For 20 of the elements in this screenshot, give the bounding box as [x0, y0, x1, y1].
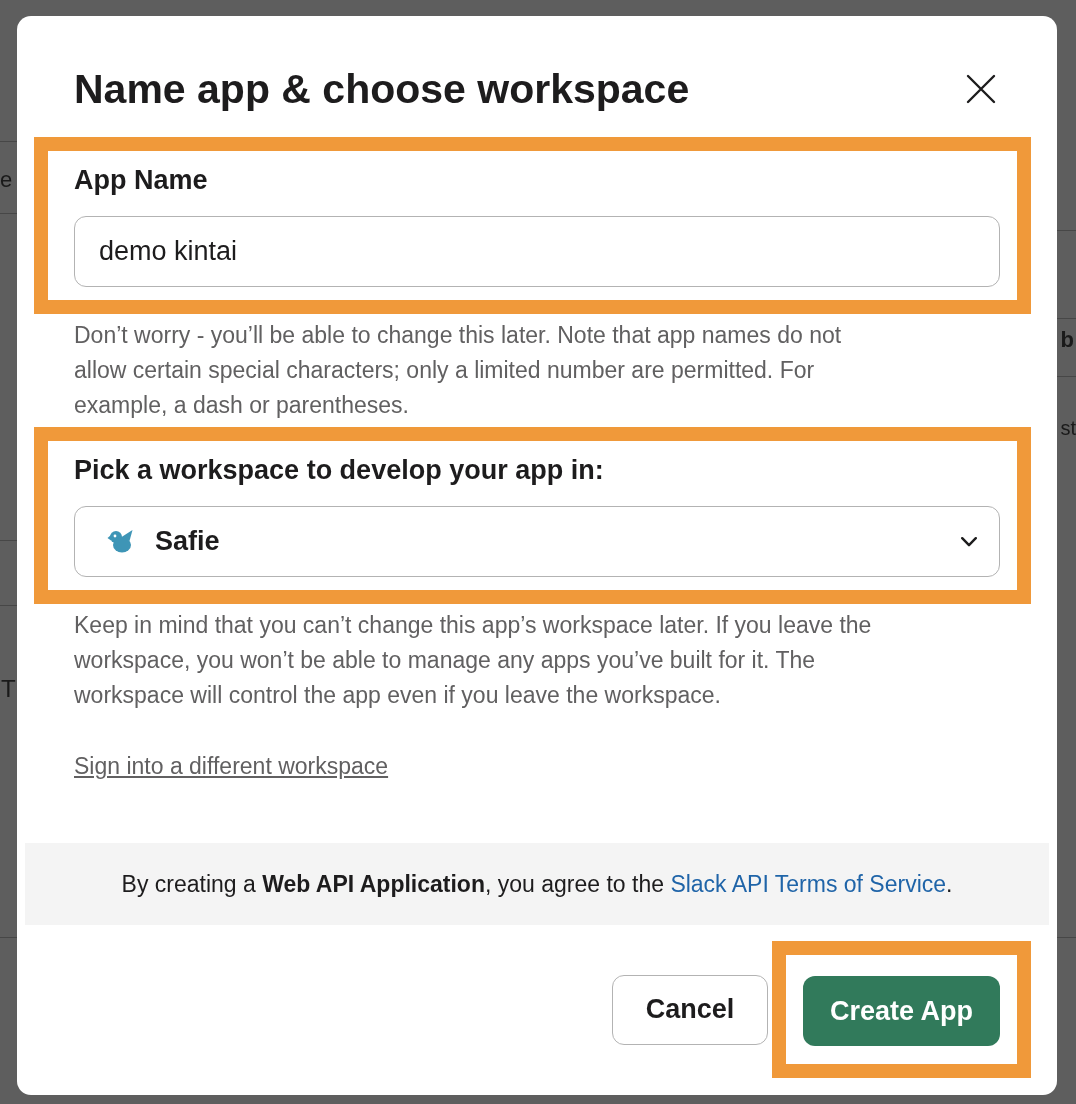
- chevron-down-icon: [961, 536, 977, 547]
- terms-link[interactable]: Slack API Terms of Service: [670, 870, 947, 897]
- terms-notice: By creating a Web API Application, you agree to the Slack API Terms of Service.: [121, 870, 953, 898]
- help-text: Don’t worry - you’ll be able to change this later. Note that app names do not allow certain special characters; only a limited number are permitted. For example, a dash or parentheses.: [74, 321, 843, 420]
- create-button[interactable]: Create App: [803, 976, 1000, 1046]
- background-text: st: [1060, 416, 1076, 441]
- app-name-input[interactable]: demo kintai: [74, 216, 1000, 287]
- help-text: Keep in mind that you can’t change this app’s workspace later. If you leave the workspace, you won’t be able to manage any apps you’ve built for it. The workspace will control the app even if you leave the workspace.: [74, 611, 873, 710]
- background-text: b: [1060, 327, 1074, 353]
- background-text: T: [1, 676, 16, 702]
- close-icon: [966, 74, 996, 104]
- workspace-select[interactable]: Safie: [74, 506, 1000, 577]
- cancel-button[interactable]: Cancel: [612, 974, 768, 1045]
- field-label: App Name: [74, 165, 209, 195]
- background-text: e: [0, 167, 13, 193]
- sign-in-link[interactable]: Sign into a different workspace: [74, 753, 389, 779]
- dialog-title: Name app & choose workspace: [74, 66, 690, 112]
- bird-icon: [107, 528, 133, 555]
- close-button[interactable]: [966, 74, 996, 104]
- field-label: Pick a workspace to develop your app in:: [74, 455, 605, 485]
